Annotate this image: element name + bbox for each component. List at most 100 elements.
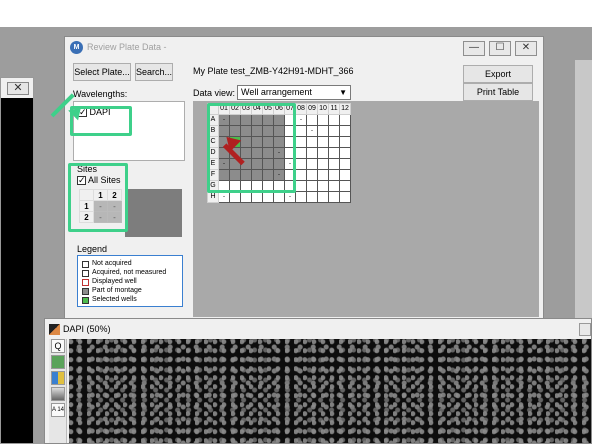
legend-item: Acquired, not measured: [92, 269, 167, 276]
plate-well[interactable]: -: [284, 191, 296, 203]
sites-highlight: [68, 163, 128, 232]
print-table-button[interactable]: Print Table: [463, 83, 533, 101]
dapi-image-window: DAPI (50%) Q A 14: [44, 318, 592, 444]
plate-well[interactable]: [339, 147, 351, 159]
plate-well[interactable]: [339, 158, 351, 170]
dapi-window-title: DAPI (50%): [63, 324, 111, 334]
plate-well[interactable]: [317, 114, 329, 126]
minimize-button[interactable]: —: [463, 41, 485, 56]
background-window-close-button[interactable]: ✕: [7, 82, 29, 95]
plate-well[interactable]: [339, 180, 351, 192]
plate-well[interactable]: [295, 147, 307, 159]
plate-well[interactable]: [306, 169, 318, 181]
plate-highlight: [207, 103, 296, 193]
plate-well[interactable]: [295, 158, 307, 170]
plate-well[interactable]: [317, 158, 329, 170]
plate-well[interactable]: [328, 114, 340, 126]
plate-well[interactable]: [328, 169, 340, 181]
data-view-label: Data view:: [193, 88, 236, 98]
plate-well[interactable]: [273, 191, 285, 203]
image-toolbar: Q A 14: [49, 339, 67, 443]
plate-well[interactable]: [339, 136, 351, 148]
plate-well[interactable]: -: [306, 125, 318, 137]
plate-well[interactable]: -: [295, 114, 307, 126]
legend-swatch-acquired: [82, 270, 89, 277]
plate-well[interactable]: [295, 191, 307, 203]
legend-box: Not acquired Acquired, not measured Disp…: [77, 255, 183, 307]
plate-well[interactable]: -: [218, 191, 230, 203]
legend-swatch-montage: [82, 288, 89, 295]
plate-col-header[interactable]: 11: [328, 103, 340, 115]
background-window: ✕: [0, 77, 34, 444]
legend-item: Part of montage: [92, 287, 142, 294]
color-tool-icon[interactable]: [51, 355, 65, 369]
plate-well[interactable]: [328, 191, 340, 203]
legend-swatch-selected: [82, 297, 89, 304]
sites-preview: [125, 189, 182, 237]
contrast-tool-icon[interactable]: [51, 387, 65, 401]
image-window-icon: [49, 324, 60, 335]
background-window-content: [1, 98, 33, 443]
plate-well[interactable]: [317, 180, 329, 192]
legend-item: Not acquired: [92, 260, 132, 267]
legend-title: Legend: [77, 244, 108, 254]
plate-well[interactable]: [328, 158, 340, 170]
legend-swatch-displayed: [82, 279, 89, 286]
plate-well[interactable]: [306, 136, 318, 148]
plate-well[interactable]: [240, 191, 252, 203]
data-view-dropdown[interactable]: Well arrangement ▼: [237, 85, 351, 100]
plate-well[interactable]: [328, 125, 340, 137]
app-icon: M: [70, 41, 83, 54]
plate-row-header[interactable]: H: [207, 191, 219, 203]
plate-well[interactable]: [317, 147, 329, 159]
plate-well[interactable]: [295, 180, 307, 192]
channel-tool-icon[interactable]: [51, 371, 65, 385]
plate-col-header[interactable]: 08: [295, 103, 307, 115]
plate-well[interactable]: [295, 136, 307, 148]
plate-well[interactable]: [306, 147, 318, 159]
wavelengths-label: Wavelengths:: [73, 89, 128, 99]
plate-well[interactable]: [328, 180, 340, 192]
data-view-value: Well arrangement: [241, 87, 312, 97]
legend-item: Selected wells: [92, 296, 137, 303]
plate-well[interactable]: [295, 169, 307, 181]
dapi-window-close-button[interactable]: [579, 323, 591, 336]
plate-well[interactable]: [339, 125, 351, 137]
nuclei-texture: [69, 339, 591, 443]
plate-well[interactable]: [317, 125, 329, 137]
plate-col-header[interactable]: 10: [317, 103, 329, 115]
close-button[interactable]: ✕: [515, 41, 537, 56]
dapi-nuclei-image[interactable]: [69, 339, 591, 443]
window-title: Review Plate Data -: [87, 42, 167, 52]
annotation-tool-icon[interactable]: A 14: [51, 403, 65, 417]
plate-well[interactable]: [328, 147, 340, 159]
plate-well[interactable]: [339, 191, 351, 203]
plate-well[interactable]: [339, 114, 351, 126]
plate-well[interactable]: [306, 191, 318, 203]
plate-well[interactable]: [317, 136, 329, 148]
review-titlebar: M Review Plate Data - — ☐ ✕: [65, 37, 543, 59]
plate-col-header[interactable]: 09: [306, 103, 318, 115]
plate-well[interactable]: [306, 158, 318, 170]
plate-well[interactable]: [317, 169, 329, 181]
legend-swatch-not-acquired: [82, 261, 89, 268]
plate-well[interactable]: [306, 180, 318, 192]
zoom-tool-icon[interactable]: Q: [51, 339, 65, 353]
plate-well[interactable]: [317, 191, 329, 203]
legend-item: Displayed well: [92, 278, 137, 285]
plate-well[interactable]: [328, 136, 340, 148]
maximize-button[interactable]: ☐: [489, 41, 511, 56]
review-plate-data-window: M Review Plate Data - — ☐ ✕ Select Plate…: [64, 36, 544, 320]
export-protocol-button[interactable]: Export Protocol...: [463, 65, 533, 95]
plate-well[interactable]: [251, 191, 263, 203]
chevron-down-icon: ▼: [339, 88, 347, 97]
plate-well[interactable]: [262, 191, 274, 203]
search-button[interactable]: Search...: [135, 63, 173, 81]
plate-well[interactable]: [306, 114, 318, 126]
plate-well[interactable]: [295, 125, 307, 137]
plate-col-header[interactable]: 12: [339, 103, 351, 115]
plate-well[interactable]: [339, 169, 351, 181]
select-plate-button[interactable]: Select Plate...: [73, 63, 131, 81]
plate-well[interactable]: [229, 191, 241, 203]
plate-name-label: My Plate test_ZMB-Y42H91-MDHT_366: [193, 66, 354, 76]
